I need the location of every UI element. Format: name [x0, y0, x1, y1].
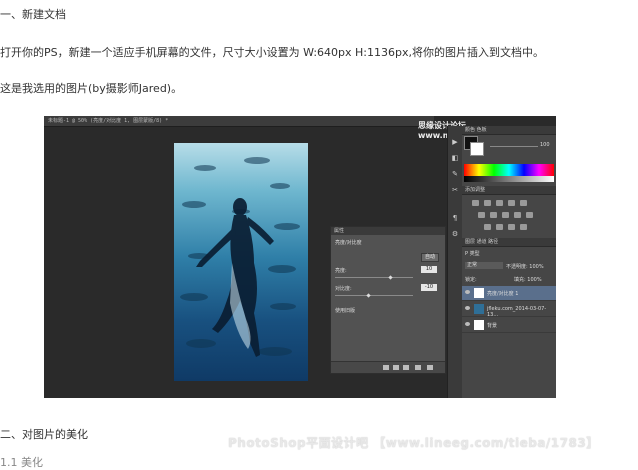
- color-value: 100: [540, 142, 550, 148]
- auto-button[interactable]: 自动: [421, 253, 439, 262]
- view-previous-icon[interactable]: [393, 365, 399, 370]
- document-tab-title: 未标题-1 @ 50% (亮度/对比度 1, 图层蒙版/8) *: [48, 118, 169, 124]
- properties-footer: [331, 361, 445, 373]
- gradient-map-icon[interactable]: [520, 224, 527, 230]
- layer-thumbnail: [474, 304, 484, 314]
- lock-label: 锁定:: [465, 277, 477, 283]
- footer-watermark: PhotoShop平面设计吧 【www.lineeg.com/tieba/178…: [228, 436, 599, 450]
- trash-icon[interactable]: [427, 365, 433, 370]
- curves-adjust-icon[interactable]: [496, 200, 503, 206]
- vibrance-adjust-icon[interactable]: [520, 200, 527, 206]
- layer-name: 亮度/对比度 1: [487, 291, 519, 297]
- play-icon[interactable]: ▶: [450, 138, 460, 147]
- photo-filter-icon[interactable]: [514, 212, 521, 218]
- levels-adjust-icon[interactable]: [484, 200, 491, 206]
- layer-row[interactable]: 亮度/对比度 1: [462, 286, 556, 301]
- color-spectrum[interactable]: [464, 164, 554, 176]
- contrast-label: 对比度:: [335, 286, 352, 292]
- properties-title: 属性: [331, 227, 445, 235]
- layer-name: jfleku.com_2014-03-07-13...: [487, 306, 547, 318]
- section-heading-2: 二、对图片的美化: [0, 428, 88, 441]
- invert-adjust-icon[interactable]: [484, 224, 491, 230]
- balance-adjust-icon[interactable]: [490, 212, 497, 218]
- brightness-slider[interactable]: [335, 277, 413, 278]
- threshold-adjust-icon[interactable]: [508, 224, 515, 230]
- eye-icon[interactable]: [465, 322, 470, 326]
- exposure-adjust-icon[interactable]: [508, 200, 515, 206]
- section-heading-1: 一、新建文档: [0, 8, 66, 21]
- layer-row[interactable]: 背景: [462, 318, 556, 333]
- hue-adjust-icon[interactable]: [478, 212, 485, 218]
- brightness-slider-knob[interactable]: [388, 275, 393, 280]
- reset-icon[interactable]: [403, 365, 409, 370]
- paragraph-icon[interactable]: ¶: [450, 214, 460, 223]
- photoshop-screenshot: 未标题-1 @ 50% (亮度/对比度 1, 图层蒙版/8) * 思缘设计论坛 …: [44, 116, 556, 398]
- color-panel-tabs[interactable]: 颜色 色板: [462, 126, 556, 135]
- contrast-field[interactable]: -10: [421, 284, 437, 291]
- brush-icon[interactable]: ✎: [450, 170, 460, 179]
- properties-panel[interactable]: 属性 亮度/对比度 自动 亮度: 10 对比度: -10 使用旧版: [330, 226, 446, 374]
- right-panel-dock: 颜色 色板 100 添加调整 图层 通道 路径 P 类型 正常 不透明度: 10…: [462, 126, 556, 398]
- panel-tool-strip: ▶ ◧ ✎ ✂ ¶ ⚙: [447, 126, 462, 398]
- layer-thumbnail: [474, 288, 484, 298]
- bw-adjust-icon[interactable]: [502, 212, 509, 218]
- document-tab: 未标题-1 @ 50% (亮度/对比度 1, 图层蒙版/8) *: [44, 116, 434, 127]
- layer-row[interactable]: jfleku.com_2014-03-07-13...: [462, 302, 556, 318]
- clip-icon[interactable]: [383, 365, 389, 370]
- brightness-adjust-icon[interactable]: [472, 200, 479, 206]
- mixer-adjust-icon[interactable]: [526, 212, 533, 218]
- legacy-checkbox-label[interactable]: 使用旧版: [335, 307, 355, 314]
- layer-thumbnail: [474, 320, 484, 330]
- layers-panel-tabs[interactable]: 图层 通道 路径: [462, 238, 556, 247]
- posterize-adjust-icon[interactable]: [496, 224, 503, 230]
- paragraph-instructions: 打开你的PS，新建一个适应手机屏幕的文件，尺寸大小设置为 W:640px H:1…: [0, 46, 544, 59]
- sub-heading-1-1: 1.1 美化: [0, 456, 43, 469]
- underwater-photo: [174, 143, 308, 381]
- layer-kind-filter[interactable]: P 类型: [465, 250, 480, 257]
- visibility-icon[interactable]: [415, 365, 421, 370]
- contrast-slider-knob[interactable]: [366, 293, 371, 298]
- scissors-icon[interactable]: ✂: [450, 186, 460, 195]
- opacity-field[interactable]: 不透明度: 100%: [506, 263, 544, 270]
- grayscale-ramp[interactable]: [464, 176, 554, 182]
- swimmer-silhouette: [196, 198, 274, 357]
- history-icon[interactable]: ◧: [450, 154, 460, 163]
- background-color-swatch[interactable]: [470, 142, 484, 156]
- blend-mode-select[interactable]: 正常: [465, 262, 503, 269]
- properties-icon[interactable]: ⚙: [450, 230, 460, 239]
- fill-field[interactable]: 填充: 100%: [514, 276, 542, 283]
- layer-name: 背景: [487, 323, 498, 329]
- adjustments-tab[interactable]: 添加调整: [462, 186, 556, 195]
- brightness-label: 亮度:: [335, 268, 347, 274]
- properties-subtitle: 亮度/对比度: [335, 240, 362, 246]
- eye-icon[interactable]: [465, 306, 470, 310]
- eye-icon[interactable]: [465, 290, 470, 294]
- contrast-slider[interactable]: [335, 295, 413, 296]
- brightness-field[interactable]: 10: [421, 266, 437, 273]
- paragraph-photo-credit: 这是我选用的图片(by摄影师Jared)。: [0, 82, 183, 95]
- color-slider[interactable]: [490, 146, 538, 147]
